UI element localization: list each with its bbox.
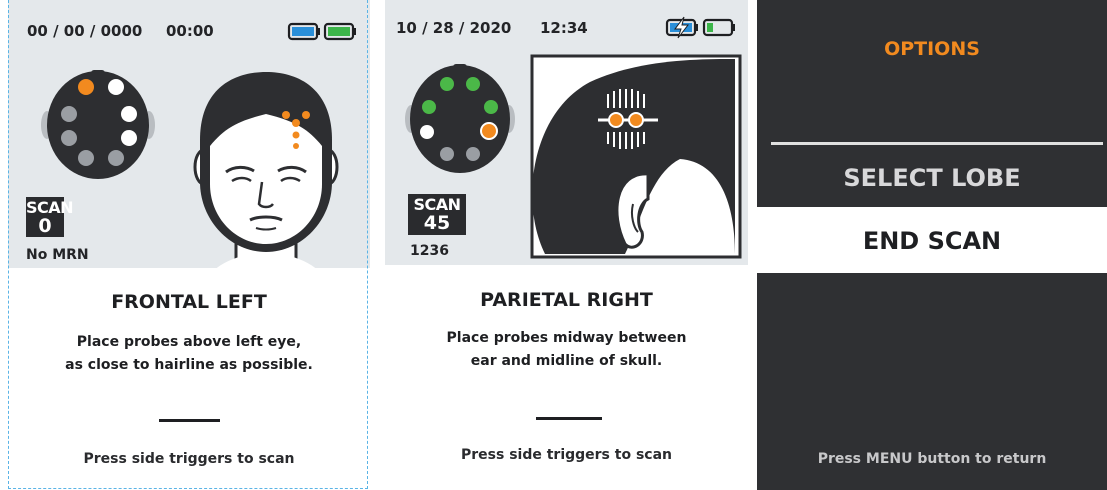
battery-low-icon (702, 18, 735, 37)
time-readout: 12:34 (540, 19, 588, 37)
menu-item-end-scan[interactable]: END SCAN (757, 207, 1107, 273)
probe-dot (61, 106, 77, 122)
scan-hint: Press side triggers to scan (461, 447, 672, 463)
probe-dot (422, 100, 436, 114)
scan-label: SCAN (413, 195, 461, 214)
probe-dot (78, 79, 94, 95)
menu-return-hint: Press MENU button to return (817, 451, 1047, 467)
scan-counter: SCAN 0 (26, 197, 74, 237)
lobe-title: PARIETAL RIGHT (480, 289, 653, 311)
probe-marker (292, 119, 300, 127)
battery-blue-icon (287, 22, 320, 41)
time-readout: 00:00 (166, 22, 214, 40)
mrn-readout: 1236 (410, 243, 449, 259)
probe-map-icon (405, 64, 515, 173)
probe-map-icon (41, 70, 155, 179)
options-divider (771, 142, 1103, 145)
battery-icons (665, 16, 735, 39)
probe-marker (293, 143, 299, 149)
head-front-illustration (193, 72, 339, 268)
probe-dot (61, 130, 77, 146)
screen-parietal-right: 10 / 28 / 2020 12:34 SCAN 45 1236 PARIET… (385, 0, 748, 490)
instruction-line-1: Place probes above left eye, (76, 334, 302, 350)
scan-counter: SCAN 45 (408, 194, 466, 235)
probe-dot (420, 125, 434, 139)
divider (159, 419, 220, 422)
probe-dot (440, 147, 454, 161)
probe-dot (466, 147, 480, 161)
instruction-line-2: as close to hairline as possible. (65, 357, 313, 373)
probe-marker (628, 112, 644, 128)
mrn-readout: No MRN (26, 247, 89, 263)
scan-hint: Press side triggers to scan (83, 451, 295, 467)
screen-header-area: 10 / 28 / 2020 12:34 SCAN 45 1236 (385, 0, 748, 265)
probe-dot (121, 106, 137, 122)
probe-dot (466, 77, 480, 91)
scan-count: 0 (38, 215, 52, 237)
menu-item-select-lobe[interactable]: SELECT LOBE (757, 160, 1107, 206)
probe-marker (302, 111, 310, 119)
probe-dot (480, 122, 498, 140)
instruction-line-2: ear and midline of skull. (470, 353, 663, 369)
probe-dot (484, 100, 498, 114)
probe-marker (282, 111, 290, 119)
head-side-illustration (530, 54, 742, 259)
screen-options-menu: OPTIONS SELECT LOBE END SCAN Press MENU … (757, 0, 1107, 490)
battery-green-icon (323, 22, 356, 41)
probe-dot (121, 130, 137, 146)
divider (536, 417, 602, 420)
probe-marker (608, 112, 624, 128)
scan-count: 45 (423, 212, 451, 234)
date-readout: 00 / 00 / 0000 (27, 22, 143, 40)
probe-marker (292, 131, 300, 139)
battery-charging-icon (665, 16, 698, 39)
scan-label: SCAN (26, 198, 74, 217)
battery-icons (287, 22, 356, 41)
probe-dot (440, 77, 454, 91)
options-title: OPTIONS (884, 38, 980, 60)
screen-frontal-left: 00 / 00 / 0000 00:00 SCAN 0 No MRN FRONT… (8, 0, 370, 490)
date-readout: 10 / 28 / 2020 (396, 19, 512, 37)
probe-dot (78, 150, 94, 166)
lobe-title: FRONTAL LEFT (111, 291, 267, 313)
screen-header-area: 00 / 00 / 0000 00:00 SCAN 0 No MRN (8, 0, 370, 268)
instruction-line-1: Place probes midway between (446, 330, 687, 346)
probe-dot (108, 79, 124, 95)
probe-dot (108, 150, 124, 166)
